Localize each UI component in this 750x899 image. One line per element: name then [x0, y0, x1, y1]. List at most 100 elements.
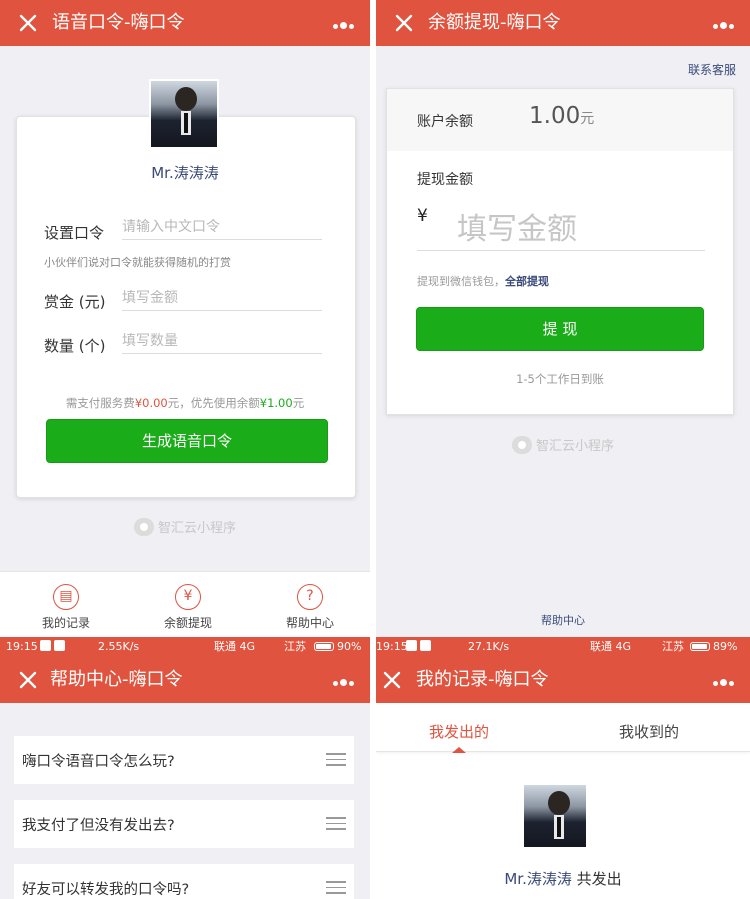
voice-password-screen: 语音口令-嗨口令 Mr.涛涛涛 设置口令 小伙伴们说对口令就能获得随机的打赏 赏… — [0, 0, 370, 637]
shield-icon — [420, 640, 431, 651]
balance-value: 1.00元 — [529, 103, 594, 129]
count-input[interactable] — [122, 333, 322, 354]
record-icon: ▤ — [53, 584, 79, 610]
fee-balance: ¥1.00 — [259, 396, 293, 410]
withdraw-screen: 余额提现-嗨口令 联系客服 账户余额 1.00元 提现金额 ¥ 提现到微信钱包，… — [376, 0, 750, 637]
arrival-text: 1-5个工作日到账 — [516, 372, 604, 386]
fee-prefix: 需支付服务费 — [65, 396, 135, 410]
navbar: 余额提现-嗨口令 — [376, 0, 750, 46]
faq-item[interactable]: 嗨口令语音口令怎么玩? — [14, 736, 354, 784]
brand-logo-icon — [133, 518, 154, 536]
navbar: 帮助中心-嗨口令 — [0, 657, 370, 703]
faq-question: 嗨口令语音口令怎么玩? — [22, 754, 175, 770]
user-name: Mr.涛涛涛 — [504, 870, 572, 888]
avatar — [149, 79, 219, 149]
help-icon: ? — [297, 584, 323, 610]
status-time: 19:15 — [6, 640, 38, 653]
brand-logo-icon — [511, 436, 532, 454]
menu-icon — [326, 817, 346, 831]
balance-unit: 元 — [580, 111, 595, 127]
qq-icon — [40, 640, 51, 651]
more-icon[interactable] — [332, 671, 358, 689]
currency-symbol: ¥ — [417, 206, 428, 226]
status-speed: 27.1K/s — [468, 640, 510, 653]
help-center-link[interactable]: 帮助中心 — [376, 612, 750, 628]
fee-middle: 元，优先使用余额 — [167, 396, 260, 410]
status-bar: 19:15 27.1K/s 联通 4G 江苏 89% — [376, 637, 750, 657]
tab-received[interactable]: 我收到的 — [619, 721, 679, 742]
status-battery: 90% — [337, 640, 362, 653]
fee-amount: ¥0.00 — [134, 396, 168, 410]
close-icon[interactable] — [14, 666, 42, 694]
tab-bar: ▤ 我的记录 ¥ 余额提现 ? 帮助中心 — [0, 571, 370, 637]
page-title: 我的记录-嗨口令 — [416, 669, 549, 690]
status-bar: 19:15 2.55K/s 联通 4G 江苏 90% — [0, 637, 370, 657]
withdraw-button[interactable]: 提 现 — [416, 307, 704, 351]
more-icon[interactable] — [712, 671, 738, 689]
close-icon[interactable] — [378, 666, 406, 694]
withdraw-all-link[interactable]: 全部提现 — [505, 275, 549, 288]
faq-item[interactable]: 我支付了但没有发出去? — [14, 800, 354, 848]
generate-button[interactable]: 生成语音口令 — [46, 419, 328, 463]
menu-icon — [326, 753, 346, 767]
qq-icon — [406, 640, 417, 651]
password-label: 设置口令 — [44, 224, 105, 242]
close-icon[interactable] — [14, 9, 42, 37]
faq-question: 好友可以转发我的口令吗? — [22, 882, 190, 898]
balance-amount: 1.00 — [529, 103, 581, 129]
reward-label: 赏金 (元) — [44, 293, 106, 311]
more-icon[interactable] — [712, 14, 738, 32]
status-speed: 2.55K/s — [98, 640, 140, 653]
amount-label: 提现金额 — [417, 172, 473, 188]
fee-suffix: 元 — [292, 396, 305, 410]
fee-text: 需支付服务费¥0.00元，优先使用余额¥1.00元 — [0, 395, 370, 411]
sent-summary: Mr.涛涛涛 共发出 — [376, 868, 750, 889]
status-region: 江苏 — [284, 640, 306, 653]
wallet-text: 提现到微信钱包，全部提现 — [417, 273, 549, 289]
amount-input[interactable] — [417, 209, 705, 251]
avatar — [522, 783, 588, 849]
navbar: 我的记录-嗨口令 — [376, 657, 750, 703]
battery-icon — [314, 642, 334, 651]
faq-item[interactable]: 好友可以转发我的口令吗? — [14, 864, 354, 899]
reward-input[interactable] — [122, 290, 322, 311]
password-input[interactable] — [122, 219, 322, 240]
brand-footer: 智汇云小程序 — [376, 435, 750, 454]
tab-label: 帮助中心 — [285, 616, 334, 630]
balance-label: 账户余额 — [417, 114, 473, 130]
tab-my-records[interactable]: ▤ 我的记录 — [6, 572, 126, 631]
yen-icon: ¥ — [175, 584, 201, 610]
contact-support-link[interactable]: 联系客服 — [688, 61, 736, 78]
password-hint: 小伙伴们说对口令就能获得随机的打赏 — [44, 256, 231, 269]
tab-withdraw[interactable]: ¥ 余额提现 — [128, 572, 248, 631]
tab-label: 我的记录 — [41, 616, 90, 630]
more-icon[interactable] — [332, 14, 358, 32]
tab-help[interactable]: ? 帮助中心 — [250, 572, 370, 631]
page-title: 帮助中心-嗨口令 — [50, 669, 183, 690]
user-name: Mr.涛涛涛 — [151, 164, 219, 182]
help-screen: 19:15 2.55K/s 联通 4G 江苏 90% 帮助中心-嗨口令 嗨口令语… — [0, 637, 370, 899]
faq-question: 我支付了但没有发出去? — [22, 818, 175, 834]
shield-icon — [54, 640, 65, 651]
menu-icon — [326, 881, 346, 895]
count-label: 数量 (个) — [44, 337, 106, 355]
records-tabs: 我发出的 我收到的 — [376, 708, 750, 753]
status-carrier: 联通 4G — [590, 640, 632, 653]
sent-label: 共发出 — [571, 870, 622, 888]
close-icon[interactable] — [390, 9, 418, 37]
brand-footer: 智汇云小程序 — [0, 517, 370, 536]
tab-sent[interactable]: 我发出的 — [429, 721, 489, 742]
status-region: 江苏 — [662, 640, 684, 653]
brand-name: 智汇云小程序 — [535, 439, 614, 454]
navbar: 语音口令-嗨口令 — [0, 0, 370, 46]
brand-name: 智汇云小程序 — [157, 521, 236, 536]
page-title: 语音口令-嗨口令 — [52, 12, 185, 33]
status-time: 19:15 — [376, 640, 408, 653]
page-title: 余额提现-嗨口令 — [428, 12, 561, 33]
status-battery: 89% — [713, 640, 738, 653]
records-screen: 19:15 27.1K/s 联通 4G 江苏 89% 我的记录-嗨口令 我发出的… — [376, 637, 750, 899]
wallet-label: 提现到微信钱包， — [417, 275, 505, 288]
withdraw-card: 账户余额 1.00元 提现金额 ¥ 提现到微信钱包，全部提现 提 现 1-5个工… — [386, 88, 734, 415]
active-tab-indicator — [452, 747, 466, 753]
tab-label: 余额提现 — [163, 616, 212, 630]
